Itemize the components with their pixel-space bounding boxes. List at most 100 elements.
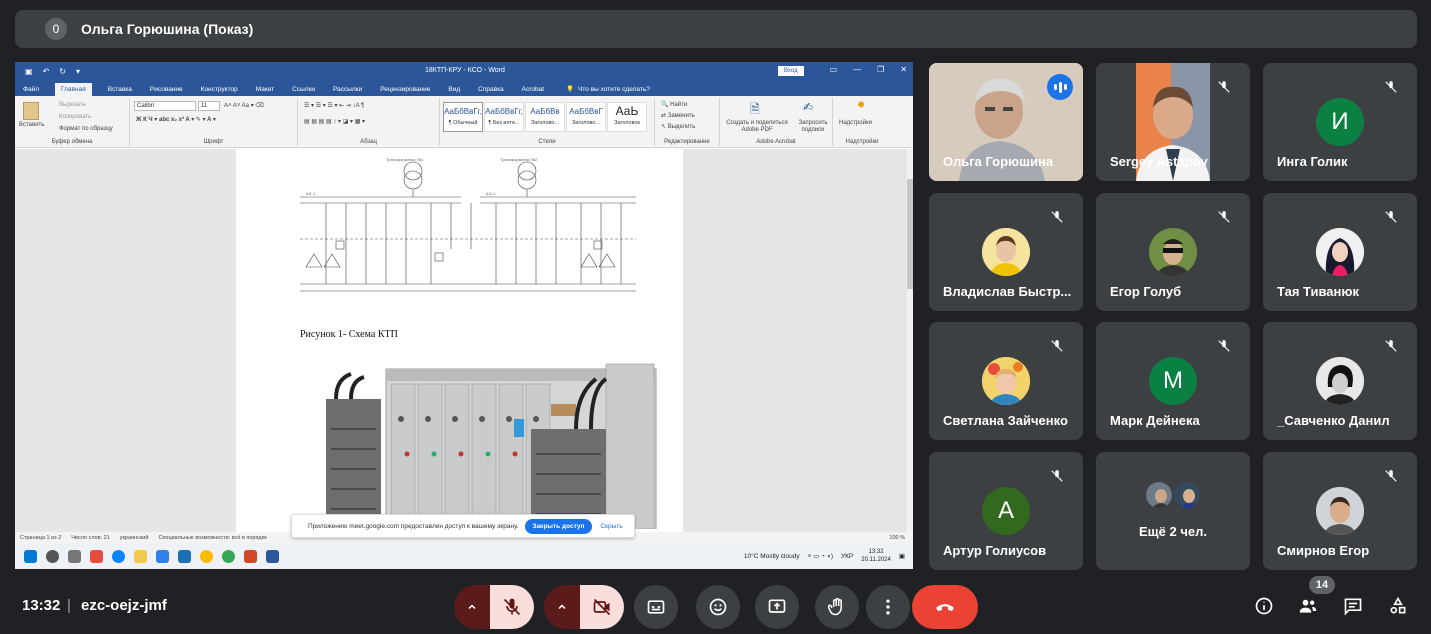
captions-button[interactable] — [634, 585, 678, 629]
system-clock[interactable]: 13:32 20.11.2024 — [861, 548, 891, 564]
style-normal[interactable]: АаБбВвГг, ¶ Обычный — [443, 102, 483, 132]
paste-button[interactable]: Вставить — [19, 122, 44, 128]
style-no-spacing[interactable]: АаБбВвГг, ¶ Без инте... — [484, 102, 524, 132]
chrome-icon[interactable] — [200, 549, 213, 563]
camera-toggle-button[interactable] — [580, 585, 624, 629]
scrollbar-thumb[interactable] — [907, 179, 913, 289]
participant-tile[interactable]: Тая Тиванюк — [1263, 193, 1417, 311]
video-options-button[interactable] — [544, 585, 580, 629]
audio-options-button[interactable] — [454, 585, 490, 629]
tab-mailings[interactable]: Рассылки — [331, 86, 364, 96]
participant-tile[interactable]: Егор Голуб — [1096, 193, 1250, 311]
tell-me-input[interactable]: 💡 Что вы хотите сделать? — [564, 85, 654, 96]
participant-tile[interactable]: _Савченко Данил — [1263, 322, 1417, 440]
windows-start-icon[interactable] — [24, 549, 37, 563]
maximize-icon[interactable]: ❐ — [877, 65, 884, 74]
presenter-title: Ольга Горюшина (Показ) — [81, 21, 254, 37]
language-indicator[interactable]: украинский — [120, 535, 149, 541]
request-sign-button[interactable]: Запросить подписи — [794, 120, 832, 134]
find-button[interactable]: 🔍 Найти — [661, 101, 687, 108]
people-button[interactable] — [1297, 595, 1319, 617]
task-view-icon[interactable] — [68, 549, 81, 563]
time-separator: | — [67, 597, 71, 614]
cut-button[interactable]: Вырезать — [59, 102, 86, 108]
sign-in-button[interactable]: Вход — [778, 66, 804, 76]
tab-insert[interactable]: Вставка — [106, 86, 134, 96]
replace-button[interactable]: ⇄ Заменить — [661, 112, 695, 119]
copy-button[interactable]: Копировать — [59, 114, 91, 120]
word-icon[interactable] — [266, 549, 279, 563]
powerpoint-icon[interactable] — [244, 549, 257, 563]
style-heading-1[interactable]: АаБбВв Заголово... — [525, 102, 565, 132]
minimize-icon[interactable]: — — [853, 65, 861, 74]
tab-layout[interactable]: Макет — [254, 86, 276, 96]
accessibility-indicator[interactable]: Специальные возможности: всё в порядке — [158, 535, 267, 541]
undo-icon[interactable]: ↶ — [43, 67, 50, 76]
more-options-button[interactable] — [866, 585, 910, 629]
font-size-select[interactable]: 11 — [198, 101, 220, 111]
copilot-icon[interactable] — [90, 549, 103, 563]
chat-button[interactable] — [1342, 595, 1364, 617]
more-participants-tile[interactable]: Ещё 2 чел. — [1096, 452, 1250, 570]
create-pdf-button[interactable]: Создать и поделиться Adobe PDF — [725, 120, 789, 134]
present-screen-button[interactable] — [755, 585, 799, 629]
word-count[interactable]: Число слов: 21 — [71, 535, 110, 541]
participant-tile[interactable]: А Артур Голиусов — [929, 452, 1083, 570]
store-icon[interactable] — [156, 549, 169, 563]
close-icon[interactable]: ✕ — [900, 65, 907, 74]
select-button[interactable]: ↖ Выделить — [661, 123, 695, 130]
customize-icon[interactable]: ▾ — [76, 67, 80, 76]
hide-notice-link[interactable]: Скрыть — [600, 523, 622, 530]
paste-icon[interactable] — [23, 102, 39, 120]
outlook-icon[interactable] — [178, 549, 191, 563]
tab-home[interactable]: Главная — [54, 83, 92, 96]
weather-widget[interactable]: 10°C Mostly cloudy — [744, 553, 800, 560]
stop-sharing-button[interactable]: Закрыть доступ — [524, 518, 593, 534]
font-name-select[interactable]: Calibri — [134, 101, 196, 111]
addins-button[interactable]: Надстройки — [839, 120, 872, 126]
ribbon-display-icon[interactable]: ▭ — [830, 65, 838, 74]
participant-tile[interactable]: Владислав Быстр... — [929, 193, 1083, 311]
page-indicator[interactable]: Страница 1 из 2 — [20, 535, 61, 541]
style-title[interactable]: АаЬ Заголовок — [607, 102, 647, 132]
vertical-scrollbar[interactable] — [905, 149, 913, 532]
tab-help[interactable]: Справка — [476, 86, 506, 96]
tab-review[interactable]: Рецензирование — [378, 86, 432, 96]
document-page[interactable]: Трансформатор №1 Трансформатор №2 Ш1-1 Ш2… — [236, 149, 683, 532]
align-buttons[interactable]: ▤ ▤ ▤ ▤ ↕ ▾ ◪ ▾ ▦ ▾ — [304, 118, 365, 125]
edge-icon[interactable] — [112, 549, 125, 563]
emoji-icon — [709, 598, 727, 616]
mic-toggle-button[interactable] — [490, 585, 534, 629]
tab-references[interactable]: Ссылки — [290, 86, 317, 96]
tab-draw[interactable]: Рисование — [148, 86, 185, 96]
tab-design[interactable]: Конструктор — [199, 86, 240, 96]
keyboard-language[interactable]: УКР — [841, 553, 853, 560]
notifications-icon[interactable]: ▣ — [899, 552, 905, 560]
tab-acrobat[interactable]: Acrobat — [520, 86, 546, 96]
redo-icon[interactable]: ↻ — [59, 67, 66, 76]
participant-tile[interactable]: Смирнов Егор — [1263, 452, 1417, 570]
reactions-button[interactable] — [696, 585, 740, 629]
format-painter-button[interactable]: Формат по образцу — [59, 126, 113, 132]
tray-icons[interactable]: ˄ ▭ ◔ ◖) — [808, 552, 833, 560]
participant-tile[interactable]: Sergey Astapov — [1096, 63, 1250, 181]
participant-tile[interactable]: М Марк Дейнека — [1096, 322, 1250, 440]
search-icon[interactable] — [46, 549, 59, 563]
meeting-info-button[interactable] — [1253, 595, 1275, 617]
font-size-controls[interactable]: A˄ A˅ Aa ▾ ⌫ — [224, 102, 264, 109]
zoom-level[interactable]: 100 % — [889, 535, 905, 541]
raise-hand-button[interactable] — [815, 585, 859, 629]
participant-tile[interactable]: Светлана Зайченко — [929, 322, 1083, 440]
activities-button[interactable] — [1387, 595, 1409, 617]
chrome-profile-icon[interactable] — [222, 549, 235, 563]
participant-tile[interactable]: И Инга Голик — [1263, 63, 1417, 181]
tab-view[interactable]: Вид — [446, 86, 462, 96]
style-heading-2[interactable]: АаБбВвГ Заголово... — [566, 102, 606, 132]
participant-tile[interactable]: Ольга Горюшина — [929, 63, 1083, 181]
file-explorer-icon[interactable] — [134, 549, 147, 563]
text-format-buttons[interactable]: Ж К Ч ▾ abc x₂ x² A ▾ ✎ ▾ A ▾ — [136, 116, 216, 123]
tab-file[interactable]: Файл — [21, 86, 41, 96]
save-icon[interactable]: ▣ — [25, 67, 33, 76]
leave-call-button[interactable] — [912, 585, 978, 629]
list-buttons[interactable]: ☰ ▾ ☰ ▾ ☰ ▾ ⇤ ⇥ ↕A ¶ — [304, 102, 364, 109]
